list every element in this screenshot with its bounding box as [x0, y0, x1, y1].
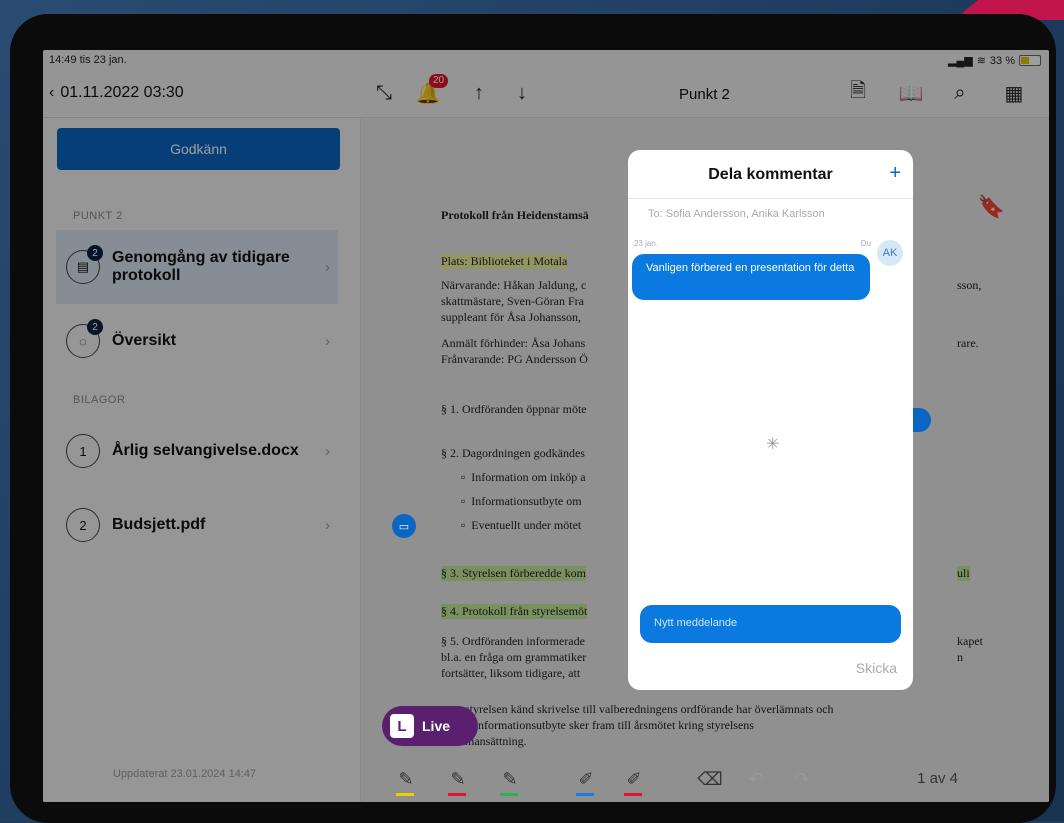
eraser-icon[interactable]: ⌫ — [692, 769, 728, 790]
new-message-input[interactable]: Nytt meddelande — [640, 605, 901, 643]
dialog-title: Dela kommentar — [708, 166, 833, 183]
pen-yellow-icon[interactable]: ✎ — [388, 769, 424, 796]
pencil-blue-icon[interactable]: ✐ — [568, 769, 604, 796]
live-label: Live — [422, 718, 451, 734]
send-button[interactable]: Skicka — [856, 660, 897, 676]
recipients: To: Sofia Andersson, Anika Karlsson — [648, 208, 825, 220]
avatar: AK — [877, 240, 903, 266]
app-screen: 14:49 tis 23 jan. ▂▄▆ ≋ 33 % ‹ 01.11.202… — [43, 50, 1049, 802]
comment-icon[interactable]: ▭ — [392, 514, 416, 538]
message-sender: Du — [860, 239, 871, 248]
live-logo-icon: L — [390, 714, 414, 738]
page-indicator: 1 av 4 — [917, 770, 958, 787]
message-date: 23 jan. — [634, 239, 659, 248]
undo-icon[interactable]: ↶ — [738, 769, 774, 790]
divider — [628, 198, 913, 199]
pencil-red-icon[interactable]: ✐ — [616, 769, 652, 796]
pen-green-icon[interactable]: ✎ — [492, 769, 528, 796]
message-bubble: Vanligen förbered en presentation för de… — [632, 254, 870, 300]
annotation-toolbar: ✎ ✎ ✎ ✐ ✐ ⌫ ↶ ↷ 1 av 4 — [388, 756, 958, 802]
share-comment-dialog: Dela kommentar + To: Sofia Andersson, An… — [628, 150, 913, 690]
pen-red-icon[interactable]: ✎ — [440, 769, 476, 796]
add-icon[interactable]: + — [889, 162, 901, 185]
loading-spinner-icon: ✳ — [766, 436, 780, 453]
redo-icon[interactable]: ↷ — [784, 769, 820, 790]
live-button[interactable]: L Live — [382, 706, 478, 746]
